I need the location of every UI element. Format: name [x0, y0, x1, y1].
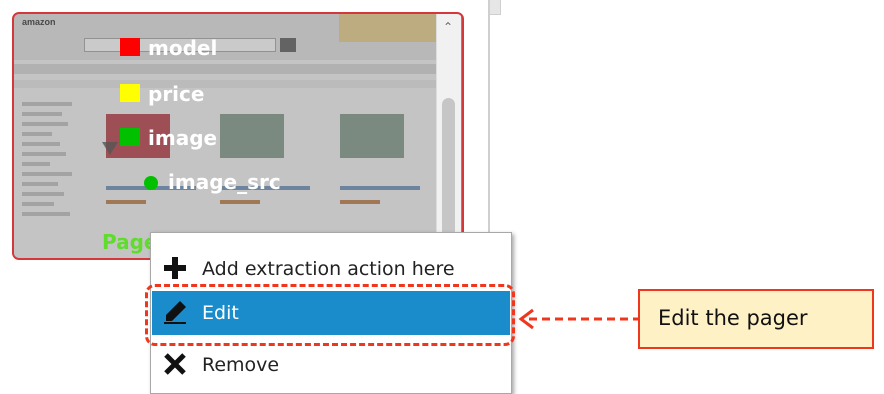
label-image: image: [148, 126, 218, 150]
product-image-3: [340, 114, 404, 158]
callout-text: Edit the pager: [658, 306, 808, 330]
callout-box: Edit the pager: [638, 289, 874, 349]
screenshot-nav-bar: [14, 64, 436, 74]
callout-arrow-icon: [518, 308, 638, 330]
amazon-logo: amazon: [22, 17, 56, 27]
thumbnail-scrollbar[interactable]: ⌃: [436, 14, 461, 258]
label-image-src: image_src: [168, 170, 281, 194]
price-marker-icon: [120, 84, 140, 102]
product-image-2: [220, 114, 284, 158]
x-icon: [164, 353, 186, 375]
screenshot-results-bar: [14, 80, 436, 88]
scroll-up-icon[interactable]: ⌃: [443, 20, 453, 34]
menu-item-label: Add extraction action here: [202, 258, 455, 280]
image-marker-icon: [120, 128, 140, 146]
plus-icon: [164, 257, 186, 279]
screenshot-go-button: [280, 38, 296, 52]
page-thumbnail[interactable]: amazon ⌃ model price image image_src Pag…: [12, 12, 464, 260]
product-title-3: [340, 186, 420, 190]
model-marker-icon: [120, 38, 140, 56]
banner-image: [339, 14, 436, 42]
menu-item-remove[interactable]: Remove: [152, 343, 510, 387]
label-model: model: [148, 36, 218, 60]
expand-triangle-icon: [102, 142, 118, 155]
screenshot-sidebar: [22, 96, 80, 256]
product-price-2: [220, 200, 260, 204]
edit-highlight-outline: [145, 284, 515, 346]
webpage-screenshot: amazon: [14, 14, 436, 258]
product-price-3: [340, 200, 380, 204]
image-src-dot-icon: [144, 176, 158, 190]
label-price: price: [148, 82, 205, 106]
menu-item-label: Remove: [202, 354, 280, 376]
scrollbar-thumb[interactable]: [442, 98, 455, 238]
product-price-1: [106, 200, 146, 204]
divider-tab: [489, 0, 501, 15]
